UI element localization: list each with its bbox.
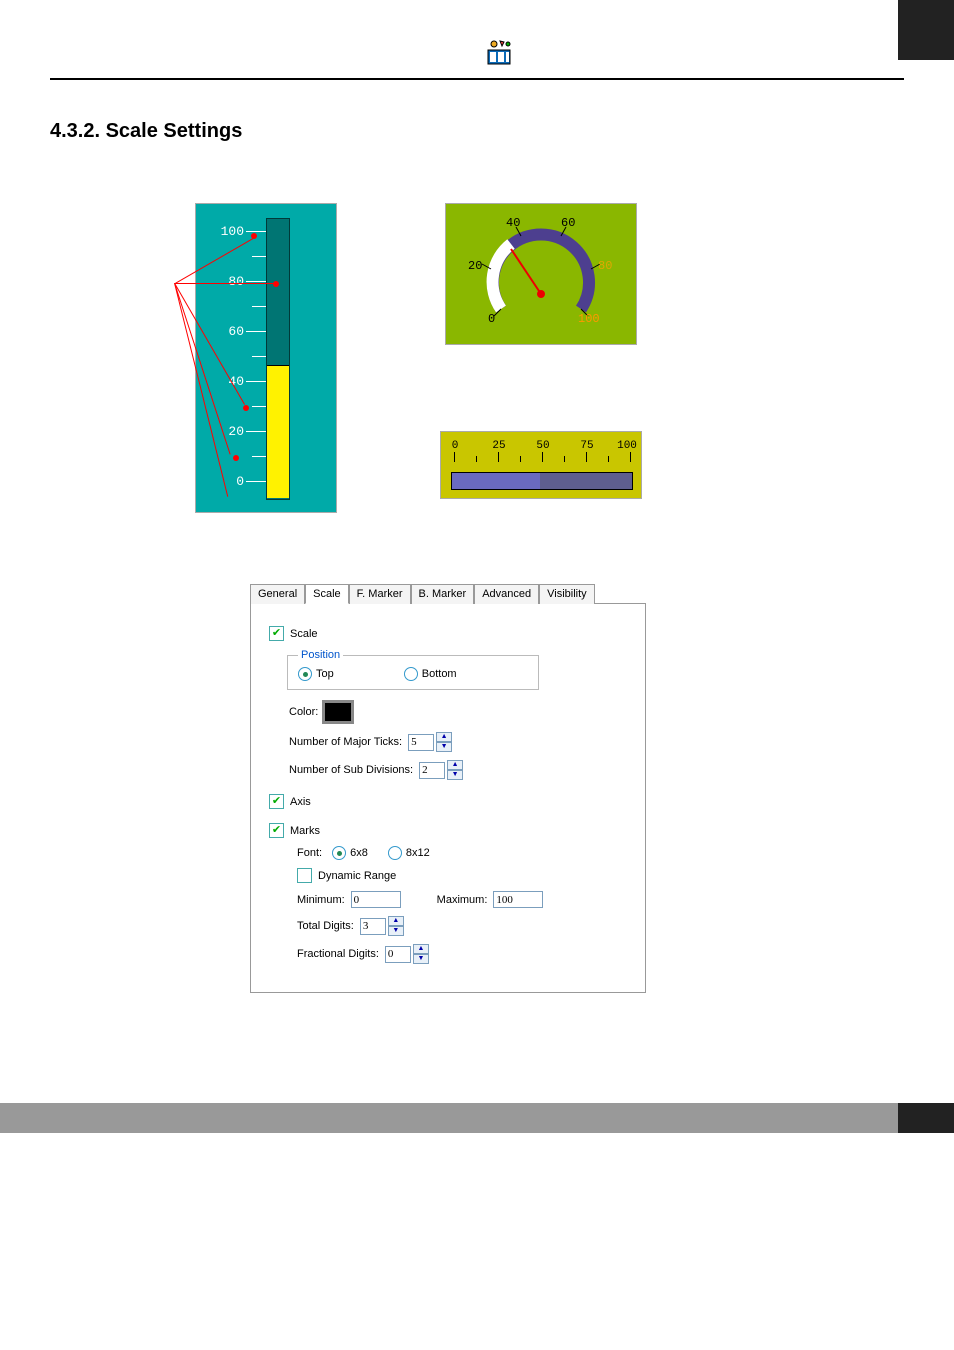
position-bottom-label: Bottom: [422, 668, 457, 680]
marks-label: Marks: [290, 825, 320, 837]
section-title: 4.3.2. Scale Settings: [50, 120, 954, 143]
fractional-digits-input[interactable]: [385, 946, 411, 963]
settings-dialog: General Scale F. Marker B. Marker Advanc…: [250, 583, 646, 993]
gauge-tick-label: 100: [578, 312, 600, 326]
gauge-tick-label: 40: [506, 216, 520, 230]
tab-general[interactable]: General: [250, 584, 305, 604]
header-dashboard-icon: [486, 38, 516, 68]
maximum-input[interactable]: [493, 891, 543, 908]
gauge-tick-label: 20: [468, 259, 482, 273]
tab-advanced[interactable]: Advanced: [474, 584, 539, 604]
vbar-tick-label: 20: [214, 424, 244, 439]
total-digits-input[interactable]: [360, 918, 386, 935]
font-6x8-label: 6x8: [350, 847, 368, 859]
horizontal-bar-widget: 0 25 50 75 100: [440, 431, 642, 499]
tab-visibility[interactable]: Visibility: [539, 584, 595, 604]
major-ticks-label: Number of Major Ticks:: [289, 736, 402, 748]
gauge-tick-label: 60: [561, 216, 575, 230]
sub-divisions-input[interactable]: [419, 762, 445, 779]
hbar-tick-label: 0: [445, 440, 465, 452]
vbar-tick-label: 80: [214, 274, 244, 289]
major-ticks-input[interactable]: [408, 734, 434, 751]
axis-checkbox[interactable]: [269, 794, 284, 809]
dynamic-range-label: Dynamic Range: [318, 870, 396, 882]
fractional-digits-label: Fractional Digits:: [297, 948, 379, 960]
font-6x8-radio[interactable]: [332, 846, 346, 860]
tab-fmarker[interactable]: F. Marker: [349, 584, 411, 604]
sub-divisions-label: Number of Sub Divisions:: [289, 764, 413, 776]
gauge-tick-label: 80: [598, 259, 612, 273]
position-top-radio[interactable]: [298, 667, 312, 681]
major-ticks-spinner[interactable]: ▲▼: [436, 732, 452, 752]
font-label: Font:: [297, 847, 322, 859]
font-8x12-radio[interactable]: [388, 846, 402, 860]
vbar-tick-label: 60: [214, 324, 244, 339]
footer-bar: [0, 1103, 954, 1133]
scale-checkbox[interactable]: [269, 626, 284, 641]
tab-panel-scale: Scale Position Top Bottom Color: Number …: [250, 604, 646, 993]
position-bottom-radio[interactable]: [404, 667, 418, 681]
total-digits-label: Total Digits:: [297, 920, 354, 932]
dynamic-range-checkbox[interactable]: [297, 868, 312, 883]
hbar-tick-label: 75: [577, 440, 597, 452]
hbar-tick-label: 50: [533, 440, 553, 452]
hbar-tick-label: 100: [617, 440, 637, 452]
vbar-tick-label: 100: [214, 224, 244, 239]
sub-divisions-spinner[interactable]: ▲▼: [447, 760, 463, 780]
color-label: Color:: [289, 706, 318, 718]
radial-gauge-widget: 0 20 40 60 80 100: [445, 203, 637, 345]
axis-label: Axis: [290, 796, 311, 808]
gauge-tick-label: 0: [488, 312, 495, 326]
font-8x12-label: 8x12: [406, 847, 430, 859]
minimum-input[interactable]: [351, 891, 401, 908]
fractional-digits-spinner[interactable]: ▲▼: [413, 944, 429, 964]
position-top-label: Top: [316, 668, 334, 680]
marks-checkbox[interactable]: [269, 823, 284, 838]
position-fieldset: Position Top Bottom: [287, 649, 539, 690]
position-legend: Position: [298, 649, 343, 661]
tab-scale[interactable]: Scale: [305, 584, 349, 604]
color-picker[interactable]: [322, 700, 354, 724]
footer-right-block: [898, 1103, 954, 1133]
header-right-block: [898, 0, 954, 60]
scale-checkbox-label: Scale: [290, 628, 318, 640]
hbar-tick-label: 25: [489, 440, 509, 452]
total-digits-spinner[interactable]: ▲▼: [388, 916, 404, 936]
tab-bmarker[interactable]: B. Marker: [411, 584, 475, 604]
maximum-label: Maximum:: [437, 894, 488, 906]
minimum-label: Minimum:: [297, 894, 345, 906]
vbar-tick-label: 0: [214, 474, 244, 489]
tabstrip: General Scale F. Marker B. Marker Advanc…: [250, 583, 646, 604]
